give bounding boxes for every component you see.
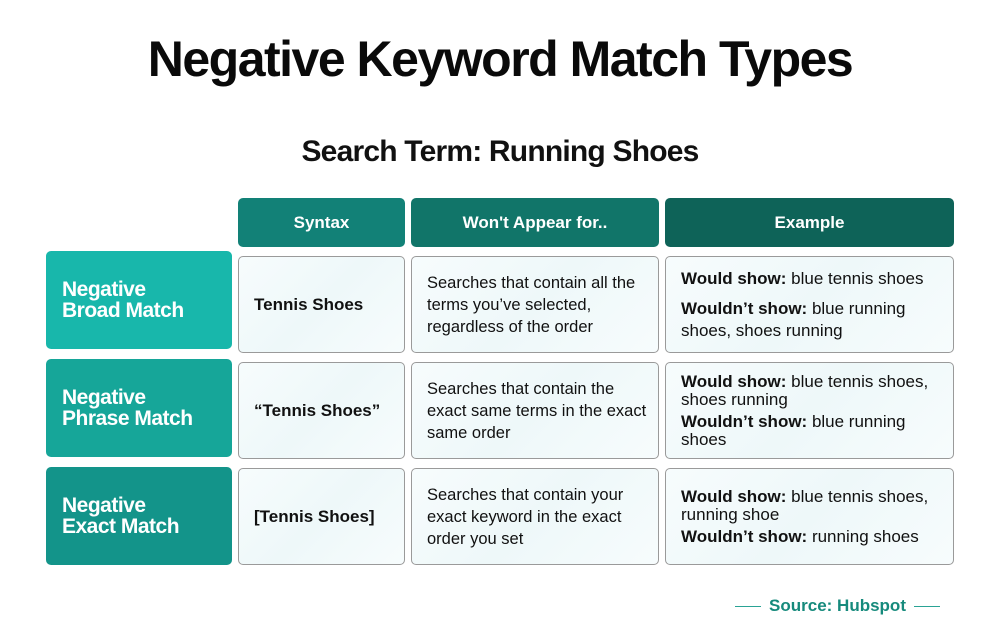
row-label-broad-match: Negative Broad Match xyxy=(46,251,232,349)
syntax-cell-exact: [Tennis Shoes] xyxy=(238,468,405,565)
syntax-cell-phrase: “Tennis Shoes” xyxy=(238,362,405,459)
row-label-line1: Negative xyxy=(62,386,146,409)
source-text: Source: Hubspot xyxy=(769,596,906,615)
page-title: Negative Keyword Match Types xyxy=(147,31,854,87)
header-wont-appear: Won't Appear for.. xyxy=(411,198,659,247)
example-cell-phrase: Would show: blue tennis shoes, shoes run… xyxy=(665,362,954,459)
row-label-line2: Broad Match xyxy=(62,299,184,322)
header-syntax-label: Syntax xyxy=(293,212,350,232)
syntax-text: [Tennis Shoes] xyxy=(254,506,375,526)
row-label-line2: Exact Match xyxy=(62,515,180,538)
wont-appear-cell-broad: Searches that contain all the terms you’… xyxy=(411,256,659,353)
wont-appear-text: Searches that contain your exact keyword… xyxy=(427,485,624,548)
syntax-text: Tennis Shoes xyxy=(254,294,364,314)
example-cell-broad: Would show: blue tennis shoes Wouldn’t s… xyxy=(665,256,954,353)
wont-appear-text: Searches that contain the exact same ter… xyxy=(427,379,647,442)
wont-appear-cell-phrase: Searches that contain the exact same ter… xyxy=(411,362,659,459)
syntax-cell-broad: Tennis Shoes xyxy=(238,256,405,353)
syntax-text: “Tennis Shoes” xyxy=(254,400,381,420)
would-show-line: Would show: blue tennis shoes, running s… xyxy=(681,486,953,524)
row-label-line1: Negative xyxy=(62,494,146,517)
wouldnt-show-line: Wouldn’t show: blue running shoes xyxy=(681,411,953,449)
row-label-line1: Negative xyxy=(62,278,146,301)
wont-appear-cell-exact: Searches that contain your exact keyword… xyxy=(411,468,659,565)
would-show-label: Would show: xyxy=(681,268,787,288)
row-label-line2: Phrase Match xyxy=(62,407,193,430)
search-term-subtitle: Search Term: Running Shoes xyxy=(301,135,699,168)
would-show-line: Would show: blue tennis shoes, shoes run… xyxy=(681,371,953,409)
wouldnt-show-label: Wouldn’t show: xyxy=(681,298,808,318)
would-show-label: Would show: xyxy=(681,371,787,391)
would-show-text: blue tennis shoes xyxy=(786,268,924,288)
header-wont-appear-label: Won't Appear for.. xyxy=(462,212,608,232)
wouldnt-show-line: Wouldn’t show: running shoes xyxy=(681,526,919,546)
example-cell-exact: Would show: blue tennis shoes, running s… xyxy=(665,468,954,565)
source-divider-left xyxy=(735,605,762,607)
would-show-line: Would show: blue tennis shoes xyxy=(681,268,924,290)
wouldnt-show-line: Wouldn’t show: blue running shoes, shoes… xyxy=(681,298,953,342)
header-example-label: Example xyxy=(774,212,845,232)
row-label-phrase-match: Negative Phrase Match xyxy=(46,359,232,457)
would-show-label: Would show: xyxy=(681,486,787,506)
wouldnt-show-text: running shoes xyxy=(807,526,919,546)
wouldnt-show-label: Wouldn’t show: xyxy=(681,411,808,431)
header-example: Example xyxy=(665,198,954,247)
row-label-exact-match: Negative Exact Match xyxy=(46,467,232,565)
source-credit: Source: Hubspot xyxy=(735,596,941,616)
header-syntax: Syntax xyxy=(238,198,405,247)
wont-appear-text: Searches that contain all the terms you’… xyxy=(427,273,636,336)
source-divider-right xyxy=(913,605,941,607)
wouldnt-show-label: Wouldn’t show: xyxy=(681,526,808,546)
